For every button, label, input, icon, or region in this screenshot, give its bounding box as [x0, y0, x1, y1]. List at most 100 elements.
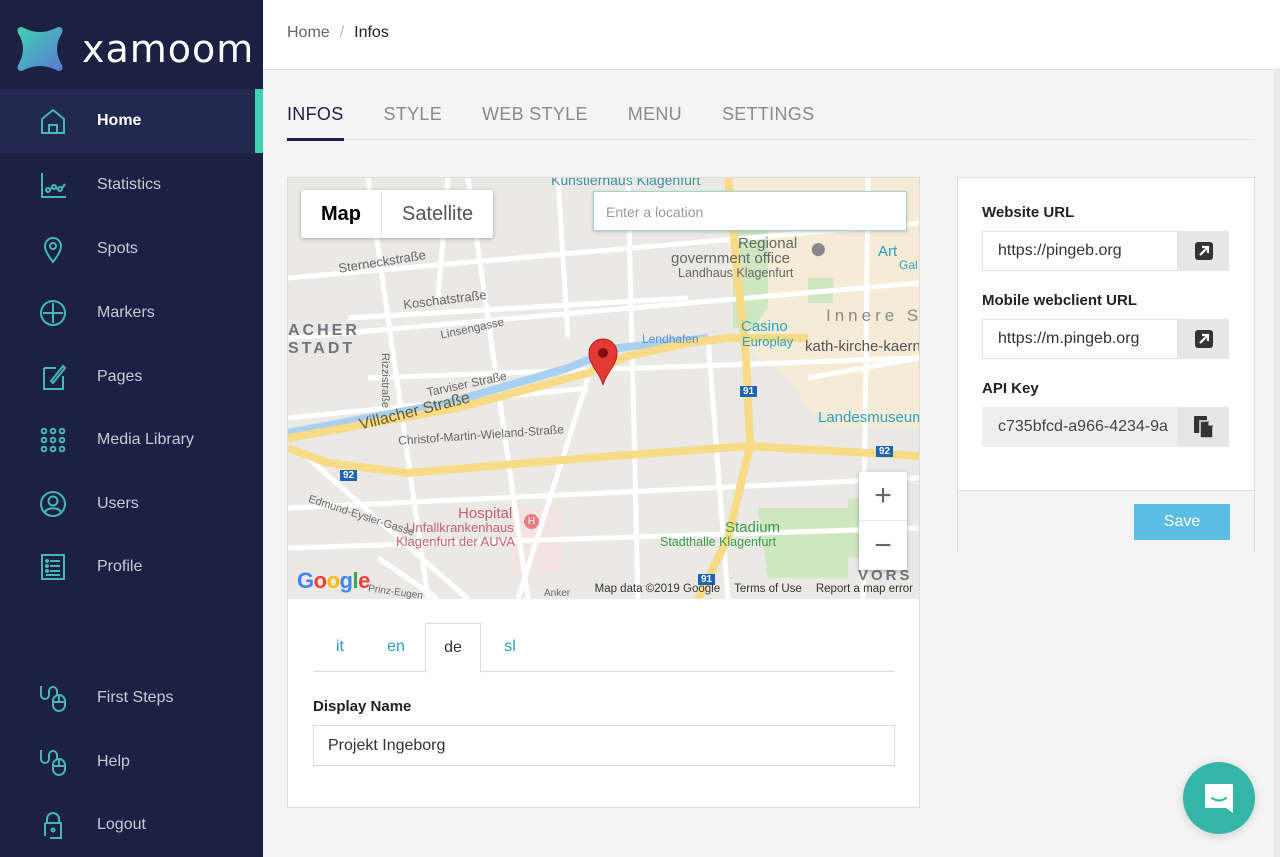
website-url-label: Website URL	[982, 204, 1075, 221]
sidebar-item-first-steps[interactable]: First Steps	[0, 666, 263, 730]
chat-bubble-icon	[1205, 784, 1233, 813]
sidebar-item-label: Markers	[97, 304, 155, 321]
api-key-input[interactable]	[982, 407, 1178, 447]
lang-tab-it[interactable]: it	[313, 623, 367, 672]
sidebar-item-label: Home	[97, 112, 142, 129]
map-label: Innere S	[826, 306, 919, 325]
map[interactable]: Künstlerhaus Klagenfurt Regional governm…	[288, 178, 919, 599]
sidebar-item-label: Statistics	[97, 176, 162, 193]
hospital-icon: H	[524, 514, 539, 529]
map-label: Gal	[899, 258, 918, 272]
breadcrumb-home[interactable]: Home	[287, 24, 330, 42]
map-label: Unfallkrankenhaus	[406, 520, 514, 535]
mobile-url-group	[982, 319, 1229, 359]
location-search-input[interactable]	[606, 204, 906, 220]
edit-page-icon	[37, 361, 69, 393]
display-name-label: Display Name	[313, 698, 412, 715]
google-logo: Google	[297, 568, 370, 593]
api-key-group	[982, 407, 1229, 447]
website-url-input[interactable]	[982, 231, 1178, 271]
sidebar-item-spots[interactable]: Spots	[0, 217, 263, 281]
sidebar-item-help[interactable]: Help	[0, 730, 263, 794]
mouse-cable-icon	[37, 746, 69, 778]
user-circle-icon	[37, 488, 69, 520]
website-url-group	[982, 231, 1229, 271]
lang-tab-de[interactable]: de	[425, 623, 481, 673]
sidebar-item-profile[interactable]: Profile	[0, 535, 263, 599]
mobile-url-input[interactable]	[982, 319, 1178, 359]
sidebar-item-label: First Steps	[97, 689, 174, 706]
map-label: Casino	[741, 318, 788, 335]
lock-icon	[37, 809, 69, 841]
map-label: government office	[671, 250, 790, 267]
top-bar: Home / Infos	[263, 0, 1280, 70]
page-tabs: INFOS STYLE WEB STYLE MENU SETTINGS	[287, 100, 1255, 141]
map-data-attribution: Map data ©2019 Google	[594, 583, 721, 595]
map-label: Landhaus Klagenfurt	[678, 266, 794, 280]
logo[interactable]: xamoom	[14, 22, 254, 76]
external-link-icon	[1194, 330, 1213, 348]
map-label: Lendhafen	[642, 332, 699, 346]
sidebar-item-pages[interactable]: Pages	[0, 345, 263, 409]
map-attribution: Map data ©2019 Google Terms of Use Repor…	[595, 583, 913, 595]
external-link-icon	[1194, 242, 1213, 260]
list-icon	[37, 551, 69, 583]
sidebar-item-media-library[interactable]: Media Library	[0, 408, 263, 472]
sidebar-item-label: Pages	[97, 368, 143, 385]
tab-infos[interactable]: INFOS	[287, 100, 344, 141]
chat-launcher-button[interactable]	[1183, 762, 1255, 834]
display-name-input[interactable]	[313, 725, 895, 766]
sidebar-item-label: Help	[97, 753, 130, 770]
map-type-control: Map Satellite	[301, 190, 494, 238]
route-shield: 92	[876, 446, 894, 457]
save-button[interactable]: Save	[1134, 504, 1230, 540]
report-map-error-link[interactable]: Report a map error	[816, 583, 913, 595]
breadcrumb-current: Infos	[354, 24, 389, 41]
zoom-out-button[interactable]: −	[859, 521, 907, 570]
route-shield: 92	[340, 470, 358, 481]
map-label: Anker	[544, 588, 571, 599]
mouse-cable-icon	[37, 682, 69, 714]
tab-settings[interactable]: SETTINGS	[722, 100, 814, 140]
map-label: Klagenfurt der AUVA	[396, 534, 515, 549]
map-poi-icon: ⬤	[811, 241, 826, 256]
map-type-map-button[interactable]: Map	[301, 190, 382, 238]
map-label: ACHER	[288, 322, 360, 339]
map-label: Rizzistraße	[379, 353, 391, 409]
sidebar: xamoom Home Statistics Spots Markers Pag…	[0, 0, 263, 857]
map-type-satellite-button[interactable]: Satellite	[382, 190, 493, 238]
lang-tab-en[interactable]: en	[369, 623, 423, 672]
lang-tab-sl[interactable]: sl	[483, 623, 537, 672]
sidebar-item-home[interactable]: Home	[0, 89, 263, 153]
sidebar-item-label: Logout	[97, 816, 146, 833]
map-label: Landesmuseum	[818, 409, 919, 426]
terms-of-use-link[interactable]: Terms of Use	[734, 583, 802, 595]
tab-menu[interactable]: MENU	[628, 100, 682, 140]
open-mobile-url-button[interactable]	[1178, 319, 1229, 359]
sidebar-item-statistics[interactable]: Statistics	[0, 153, 263, 217]
copy-api-key-button[interactable]	[1178, 407, 1229, 447]
map-label: Europlay	[742, 334, 794, 349]
route-shield: 91	[740, 386, 758, 397]
sidebar-item-logout[interactable]: Logout	[0, 793, 263, 857]
location-pin-icon	[37, 233, 69, 265]
tab-web-style[interactable]: WEB STYLE	[482, 100, 588, 140]
map-label: Stadthalle Klagenfurt	[660, 535, 777, 549]
app-name: xamoom	[82, 27, 255, 71]
sidebar-item-label: Profile	[97, 558, 143, 575]
sidebar-item-users[interactable]: Users	[0, 472, 263, 536]
map-marker-icon[interactable]	[588, 338, 618, 386]
zoom-in-button[interactable]: +	[859, 472, 907, 521]
mobile-url-label: Mobile webclient URL	[982, 292, 1138, 309]
sidebar-item-markers[interactable]: Markers	[0, 281, 263, 345]
url-settings-card: Website URL Mobile webclient URL API Key…	[957, 177, 1255, 552]
tab-style[interactable]: STYLE	[384, 100, 443, 140]
grid-dots-icon	[37, 424, 69, 456]
sidebar-item-label: Users	[97, 495, 139, 512]
page-scrollbar[interactable]	[1274, 70, 1280, 857]
map-search-box	[593, 191, 907, 231]
open-website-button[interactable]	[1178, 231, 1229, 271]
breadcrumb-separator: /	[339, 24, 345, 41]
sidebar-item-label: Spots	[97, 240, 138, 257]
map-label: kath-kirche-kaern	[805, 338, 919, 355]
